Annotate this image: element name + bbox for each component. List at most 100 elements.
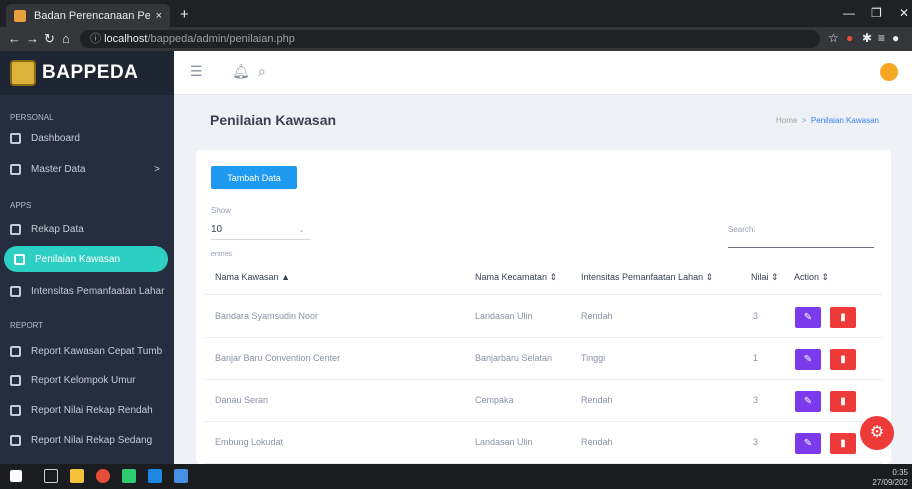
bookmark-star-icon[interactable]: ☆ bbox=[828, 31, 839, 45]
master-data-icon bbox=[10, 163, 21, 175]
data-card: Tambah Data Show 10 ⌄ entries Search: Na… bbox=[196, 150, 891, 464]
back-icon[interactable]: ← bbox=[8, 31, 21, 46]
cell-intensitas: Rendah bbox=[581, 437, 613, 447]
sidebar-item-report-umur[interactable]: Report Kelompok Umur bbox=[0, 367, 172, 393]
pencil-icon: ✎ bbox=[803, 438, 813, 449]
sidebar-item-intensitas[interactable]: Intensitas Pemanfaatan Lahar bbox=[0, 278, 172, 304]
col-nama-kawasan[interactable]: Nama Kawasan ▲ bbox=[215, 272, 290, 282]
table-header: Nama Kawasan ▲ Nama Kecamatan ⇕ Intensit… bbox=[204, 261, 882, 295]
sidebar-item-label: Intensitas Pemanfaatan Lahar bbox=[31, 285, 165, 297]
entries-label: entries bbox=[211, 251, 233, 258]
zoom-icon[interactable] bbox=[174, 469, 188, 483]
sidebar-item-report-rendah[interactable]: Report Nilai Rekap Rendah bbox=[0, 397, 172, 423]
cell-kawasan: Danau Seran bbox=[215, 395, 269, 405]
brand[interactable]: BAPPEDA bbox=[0, 51, 174, 95]
top-header: ☰ 🔔︎ ⌕ bbox=[174, 51, 912, 95]
file-explorer-icon[interactable] bbox=[70, 469, 84, 483]
pencil-icon: ✎ bbox=[803, 396, 813, 407]
clock[interactable]: 0:35 27/09/202 bbox=[872, 468, 908, 488]
close-window-icon[interactable]: ✕ bbox=[899, 6, 909, 20]
dashboard-icon bbox=[10, 132, 21, 144]
cell-kecamatan: Landasan Ulin bbox=[475, 437, 533, 447]
sidebar-item-rekap-data[interactable]: Rekap Data bbox=[0, 216, 172, 242]
edit-button[interactable]: ✎ bbox=[795, 349, 821, 370]
hamburger-icon[interactable]: ☰ bbox=[190, 63, 203, 80]
sidebar-item-label: Report Kawasan Cepat Tumb bbox=[31, 345, 163, 357]
media-icon[interactable]: ≡ bbox=[878, 31, 885, 45]
col-intensitas[interactable]: Intensitas Pemanfaatan Lahan ⇕ bbox=[581, 272, 713, 283]
clock-date: 27/09/202 bbox=[872, 478, 908, 487]
pencil-icon: ✎ bbox=[803, 354, 813, 365]
chrome-icon[interactable] bbox=[96, 469, 110, 483]
breadcrumb: Home > Penilaian Kawasan bbox=[776, 116, 879, 125]
edit-button[interactable]: ✎ bbox=[795, 307, 821, 328]
pencil-icon: ✎ bbox=[803, 312, 813, 323]
clipboard-icon bbox=[14, 253, 25, 265]
windows-start-icon[interactable] bbox=[10, 470, 22, 482]
sidebar-item-label: Master Data bbox=[31, 163, 86, 175]
report-icon bbox=[10, 434, 21, 446]
breadcrumb-home[interactable]: Home bbox=[776, 116, 797, 125]
col-nama-kecamatan[interactable]: Nama Kecamatan ⇕ bbox=[475, 272, 557, 283]
delete-button[interactable]: ▮ bbox=[830, 307, 856, 328]
tab-close-button[interactable]: × bbox=[156, 10, 162, 22]
sidebar-item-penilaian-kawasan[interactable]: Penilaian Kawasan bbox=[4, 246, 168, 272]
task-view-icon[interactable] bbox=[44, 469, 58, 483]
extension-icon[interactable]: ● bbox=[846, 31, 853, 45]
sidebar-item-master-data[interactable]: Master Data > bbox=[0, 156, 172, 182]
cell-nilai: 3 bbox=[753, 395, 759, 405]
section-personal: PERSONAL bbox=[10, 113, 54, 122]
edit-button[interactable]: ✎ bbox=[795, 433, 821, 454]
sidebar-item-label: Report Nilai Rekap Rendah bbox=[31, 404, 153, 416]
cell-intensitas: Rendah bbox=[581, 395, 613, 405]
add-data-button[interactable]: Tambah Data bbox=[211, 166, 297, 189]
chevron-down-icon: ⌄ bbox=[298, 225, 305, 234]
sidebar-item-dashboard[interactable]: Dashboard bbox=[0, 125, 172, 151]
sidebar-item-report-kawasan[interactable]: Report Kawasan Cepat Tumb bbox=[0, 338, 172, 364]
page-title: Penilaian Kawasan bbox=[210, 112, 337, 128]
col-action[interactable]: Action ⇕ bbox=[794, 272, 829, 283]
url-path: /bappeda/admin/penilaian.php bbox=[147, 33, 295, 45]
delete-button[interactable]: ▮ bbox=[830, 349, 856, 370]
vscode-icon[interactable] bbox=[148, 469, 162, 483]
reload-icon[interactable]: ↻ bbox=[44, 31, 55, 47]
search-input[interactable] bbox=[728, 234, 874, 248]
gear-icon: ⚙ bbox=[869, 424, 885, 441]
forward-icon[interactable]: → bbox=[26, 31, 39, 46]
app-icon[interactable] bbox=[122, 469, 136, 483]
delete-button[interactable]: ▮ bbox=[830, 391, 856, 412]
new-tab-button[interactable]: + bbox=[180, 6, 189, 23]
minimize-icon[interactable]: — bbox=[843, 6, 855, 20]
tab-title: Badan Perencanaan Pembangun... bbox=[34, 9, 150, 22]
profile-icon[interactable]: ● bbox=[892, 31, 899, 45]
browser-tab[interactable]: Badan Perencanaan Pembangun... × bbox=[6, 4, 170, 27]
cell-kecamatan: Cempaka bbox=[475, 395, 514, 405]
clipboard-icon bbox=[10, 285, 21, 297]
browser-tab-bar: Badan Perencanaan Pembangun... × + — ❐ ✕ bbox=[0, 0, 912, 27]
url-bar[interactable]: ⓘ localhost/bappeda/admin/penilaian.php bbox=[80, 30, 820, 48]
settings-fab[interactable]: ⚙ bbox=[860, 416, 894, 450]
table-row: Embung Lokudat Landasan Ulin Rendah 3 ✎ … bbox=[204, 422, 882, 464]
sidebar: BAPPEDA PERSONAL Dashboard Master Data >… bbox=[0, 51, 174, 464]
search-icon[interactable]: ⌕ bbox=[258, 63, 266, 80]
notification-bulb-icon[interactable] bbox=[880, 63, 898, 81]
maximize-icon[interactable]: ❐ bbox=[871, 6, 882, 20]
bell-icon[interactable]: 🔔︎ bbox=[232, 63, 250, 80]
trash-icon: ▮ bbox=[840, 354, 846, 365]
home-icon[interactable]: ⌂ bbox=[62, 31, 70, 46]
cell-intensitas: Rendah bbox=[581, 311, 613, 321]
cell-nilai: 1 bbox=[753, 353, 759, 363]
entries-select[interactable]: 10 ⌄ bbox=[211, 220, 311, 240]
sidebar-item-report-sedang[interactable]: Report Nilai Rekap Sedang bbox=[0, 427, 172, 453]
cell-intensitas: Tinggi bbox=[581, 353, 606, 363]
trash-icon: ▮ bbox=[840, 396, 846, 407]
puzzle-icon[interactable]: ✱ bbox=[862, 31, 872, 45]
trash-icon: ▮ bbox=[840, 312, 846, 323]
os-taskbar: 0:35 27/09/202 bbox=[0, 464, 912, 489]
cell-kecamatan: Landasan Ulin bbox=[475, 311, 533, 321]
url-host: localhost bbox=[104, 33, 148, 45]
section-apps: Apps bbox=[10, 201, 32, 210]
col-nilai[interactable]: Nilai ⇕ bbox=[751, 272, 779, 283]
delete-button[interactable]: ▮ bbox=[830, 433, 856, 454]
edit-button[interactable]: ✎ bbox=[795, 391, 821, 412]
